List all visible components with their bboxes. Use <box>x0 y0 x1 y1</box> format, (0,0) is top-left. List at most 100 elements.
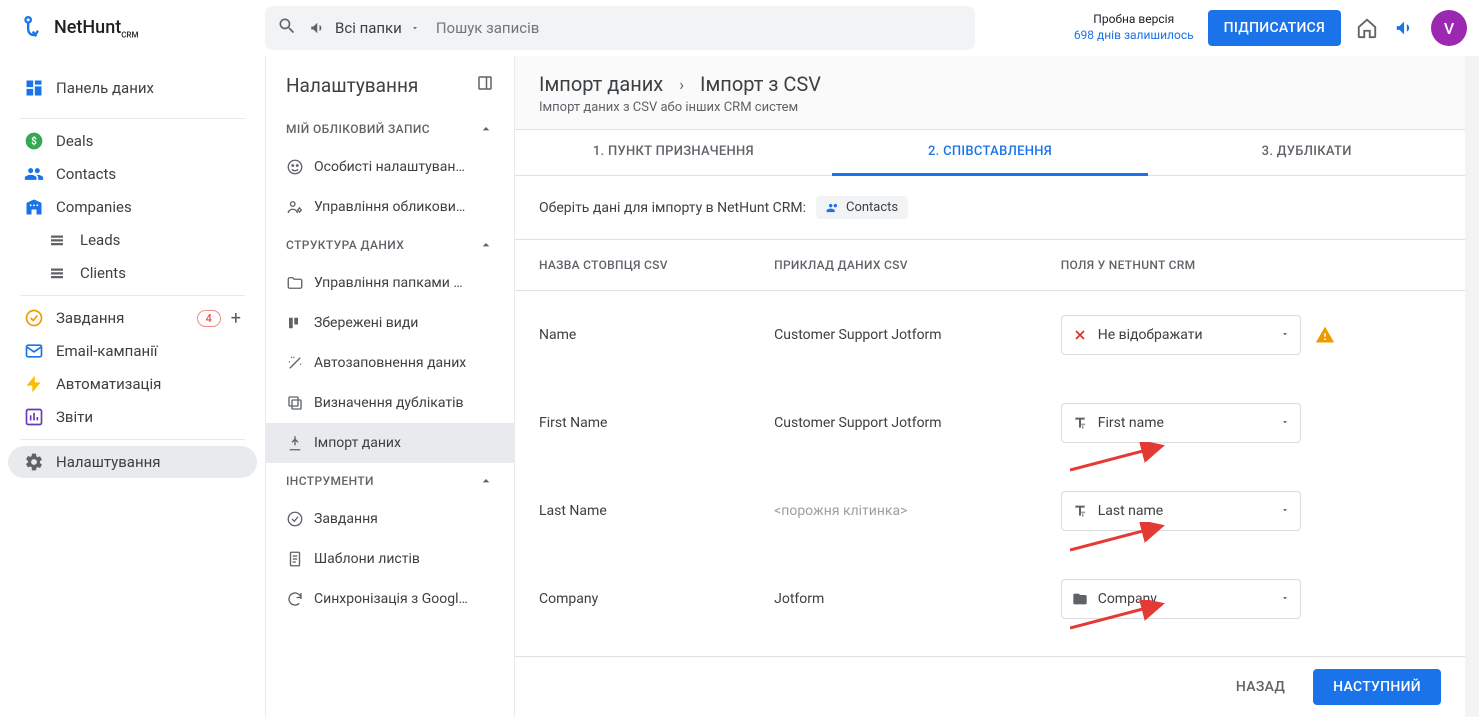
sidebar-item-label: Завдання <box>56 309 124 327</box>
table-row: Name Customer Support Jotform Не відобра… <box>515 291 1465 380</box>
chevron-down-icon <box>410 23 420 33</box>
check-circle-icon <box>286 510 314 528</box>
field-select[interactable]: Last name <box>1061 491 1301 531</box>
tasks-badge: 4 <box>197 310 221 327</box>
sidebar-item-dashboard[interactable]: Панель даних <box>8 64 257 112</box>
upload-icon <box>286 434 314 452</box>
search-scope-selector[interactable]: Всі папки <box>309 19 420 37</box>
settings-group-tools[interactable]: ІНСТРУМЕНТИ <box>266 463 514 499</box>
subscribe-button[interactable]: ПІДПИСАТИСЯ <box>1208 10 1341 46</box>
sidebar-item-clients[interactable]: Clients <box>8 257 257 289</box>
sidebar-item-label: Contacts <box>56 165 116 183</box>
list-icon <box>48 231 80 249</box>
sidebar-item-label: Leads <box>80 231 120 249</box>
sidebar-item-label: Панель даних <box>56 79 154 97</box>
scrollbar-track[interactable] <box>1465 56 1479 717</box>
table-row: Company Jotform Company <box>515 555 1465 643</box>
sidebar-item-reports[interactable]: Звіти <box>8 401 257 433</box>
settings-group-data[interactable]: СТРУКТУРА ДАНИХ <box>266 227 514 263</box>
sidebar-item-tasks[interactable]: Завдання 4 + <box>8 302 257 334</box>
search-input[interactable] <box>436 19 963 37</box>
avatar[interactable]: V <box>1431 10 1467 46</box>
sidebar-item-contacts[interactable]: Contacts <box>8 158 257 190</box>
text-icon <box>1072 503 1088 519</box>
chevron-down-icon <box>1280 327 1290 343</box>
settings-panel-title-row: Налаштування <box>266 56 514 111</box>
col-field: ПОЛЯ У NETHUNT CRM <box>1037 240 1465 291</box>
users-gear-icon <box>286 198 314 216</box>
gear-icon <box>24 452 56 472</box>
folder-icon <box>286 274 314 292</box>
settings-item-duplicates[interactable]: Визначення дублікатів <box>266 383 514 423</box>
sidebar-item-automation[interactable]: Автоматизація <box>8 368 257 400</box>
sidebar-item-label: Налаштування <box>56 453 161 471</box>
search-icon <box>277 16 297 40</box>
sidebar-item-campaigns[interactable]: Email-кампанії <box>8 335 257 367</box>
tab-destination[interactable]: 1. ПУНКТ ПРИЗНАЧЕННЯ <box>515 130 832 175</box>
settings-item-saved-views[interactable]: Збережені види <box>266 303 514 343</box>
search-bar[interactable]: Всі папки <box>265 6 975 50</box>
settings-item-import[interactable]: Імпорт даних <box>266 423 514 463</box>
dollar-icon: $ <box>24 131 56 151</box>
app-header: NetHuntCRM Всі папки Пробна версія 698 д… <box>0 0 1479 56</box>
svg-text:$: $ <box>31 134 37 147</box>
copy-icon <box>286 394 314 412</box>
magic-icon <box>286 354 314 372</box>
csv-column-name: Last Name <box>515 467 750 555</box>
settings-panel-title: Налаштування <box>286 74 418 97</box>
app-logo[interactable]: NetHuntCRM <box>20 14 265 42</box>
settings-item-personal[interactable]: Особисті налаштуван… <box>266 147 514 187</box>
breadcrumb-root[interactable]: Імпорт даних <box>539 72 663 96</box>
sidebar-item-label: Companies <box>56 198 132 216</box>
collapse-panel-icon[interactable] <box>476 74 494 97</box>
chevron-down-icon <box>1280 415 1290 431</box>
chevron-up-icon <box>478 237 494 253</box>
trial-title: Пробна версія <box>1074 12 1194 28</box>
face-icon <box>286 158 314 176</box>
tab-duplicates[interactable]: 3. ДУБЛІКАТИ <box>1148 130 1465 175</box>
text-icon <box>1072 415 1088 431</box>
home-icon[interactable] <box>1355 16 1379 40</box>
settings-sidebar: Налаштування МІЙ ОБЛІКОВИЙ ЗАПИС Особист… <box>265 56 515 717</box>
building-icon <box>24 197 56 217</box>
mapping-panel: Оберіть дані для імпорту в NetHunt CRM: … <box>515 176 1465 717</box>
logo-text: NetHunt <box>54 17 121 38</box>
chevron-down-icon <box>1280 503 1290 519</box>
target-folder-chip[interactable]: Contacts <box>816 196 908 219</box>
tab-mapping[interactable]: 2. СПІВСТАВЛЕННЯ <box>832 130 1149 176</box>
sidebar-item-leads[interactable]: Leads <box>8 224 257 256</box>
csv-example: Jotform <box>750 555 1037 643</box>
settings-item-tasks[interactable]: Завдання <box>266 499 514 539</box>
sync-icon <box>286 590 314 608</box>
back-button[interactable]: НАЗАД <box>1220 669 1301 705</box>
sidebar-item-deals[interactable]: $ Deals <box>8 125 257 157</box>
main-content: Імпорт даних › Імпорт з CSV Імпорт даних… <box>515 56 1465 717</box>
field-select[interactable]: Не відображати <box>1061 315 1301 355</box>
next-button[interactable]: НАСТУПНИЙ <box>1313 669 1441 705</box>
settings-item-autofill[interactable]: Автозаповнення даних <box>266 343 514 383</box>
csv-example-empty: <порожня клітинка> <box>750 467 1037 555</box>
sidebar-item-companies[interactable]: Companies <box>8 191 257 223</box>
document-icon <box>286 550 314 568</box>
field-select[interactable]: First name <box>1061 403 1301 443</box>
breadcrumb: Імпорт даних › Імпорт з CSV <box>515 56 1465 100</box>
settings-item-google-sync[interactable]: Синхронізація з Googl… <box>266 579 514 619</box>
csv-column-name: First Name <box>515 379 750 467</box>
trial-days[interactable]: 698 днів залишилось <box>1074 28 1194 44</box>
col-csv-name: НАЗВА СТОВПЦЯ CSV <box>515 240 750 291</box>
sidebar-item-settings[interactable]: Налаштування <box>8 446 257 478</box>
dashboard-icon <box>24 78 56 98</box>
import-target-label: Оберіть дані для імпорту в NetHunt CRM: <box>539 200 806 216</box>
settings-item-account-mgmt[interactable]: Управління обликови… <box>266 187 514 227</box>
chevron-up-icon <box>478 473 494 489</box>
chart-icon <box>24 407 56 427</box>
breadcrumb-current: Імпорт з CSV <box>700 72 821 96</box>
add-task-button[interactable]: + <box>231 308 241 329</box>
wizard-tabs: 1. ПУНКТ ПРИЗНАЧЕННЯ 2. СПІВСТАВЛЕННЯ 3.… <box>515 129 1465 176</box>
settings-group-account[interactable]: МІЙ ОБЛІКОВИЙ ЗАПИС <box>266 111 514 147</box>
settings-item-folders[interactable]: Управління папками … <box>266 263 514 303</box>
announce-icon[interactable] <box>1393 16 1417 40</box>
field-select[interactable]: Company <box>1061 579 1301 619</box>
people-icon <box>826 201 840 215</box>
settings-item-templates[interactable]: Шаблони листів <box>266 539 514 579</box>
